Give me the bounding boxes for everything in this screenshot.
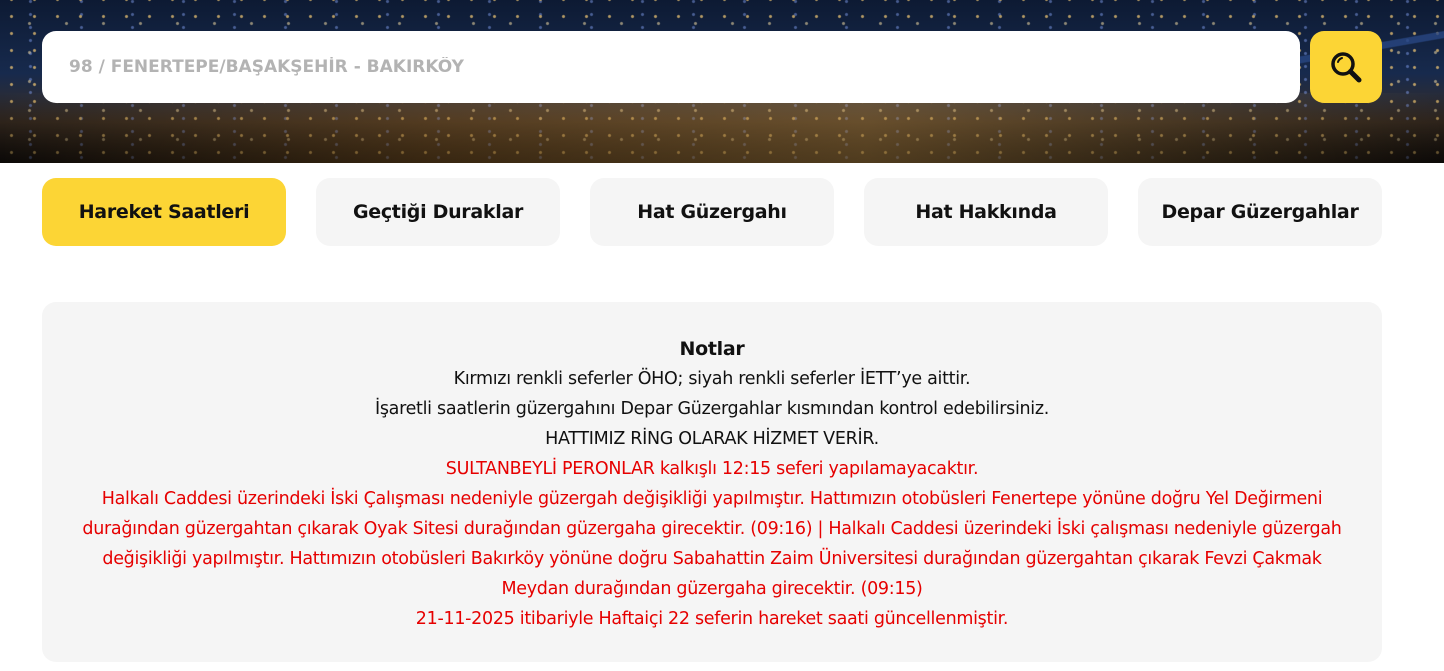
notes-panel: Notlar Kırmızı renkli seferler ÖHO; siya… bbox=[42, 302, 1382, 662]
tab-hareket-saatleri[interactable]: Hareket Saatleri bbox=[42, 178, 286, 246]
notes-line: İşaretli saatlerin güzergahını Depar Güz… bbox=[374, 399, 1050, 419]
search-box bbox=[42, 31, 1300, 103]
tab-depar-guzergahlar[interactable]: Depar Güzergahlar bbox=[1138, 178, 1382, 246]
search-icon bbox=[1331, 52, 1362, 83]
skyline-decoration bbox=[0, 93, 1444, 163]
tab-hat-guzergahi[interactable]: Hat Güzergahı bbox=[590, 178, 834, 246]
tab-gectigi-duraklar[interactable]: Geçtiği Duraklar bbox=[316, 178, 560, 246]
notes-warning: 21-11-2025 itibariyle Haftaiçi 22 seferi… bbox=[415, 609, 1009, 629]
notes-line: HATTIMIZ RİNG OLARAK HİZMET VERİR. bbox=[545, 429, 879, 449]
search-input[interactable] bbox=[69, 57, 1300, 77]
route-tabs: Hareket Saatleri Geçtiği Duraklar Hat Gü… bbox=[42, 178, 1382, 246]
notes-title: Notlar bbox=[679, 338, 745, 360]
notes-line: Kırmızı renkli seferler ÖHO; siyah renkl… bbox=[453, 369, 971, 389]
notes-warning: Halkalı Caddesi üzerindeki İski Çalışmas… bbox=[82, 489, 1342, 599]
notes-warning: SULTANBEYLİ PERONLAR kalkışlı 12:15 sefe… bbox=[445, 459, 979, 479]
search-button[interactable] bbox=[1310, 31, 1382, 103]
tab-hat-hakkinda[interactable]: Hat Hakkında bbox=[864, 178, 1108, 246]
